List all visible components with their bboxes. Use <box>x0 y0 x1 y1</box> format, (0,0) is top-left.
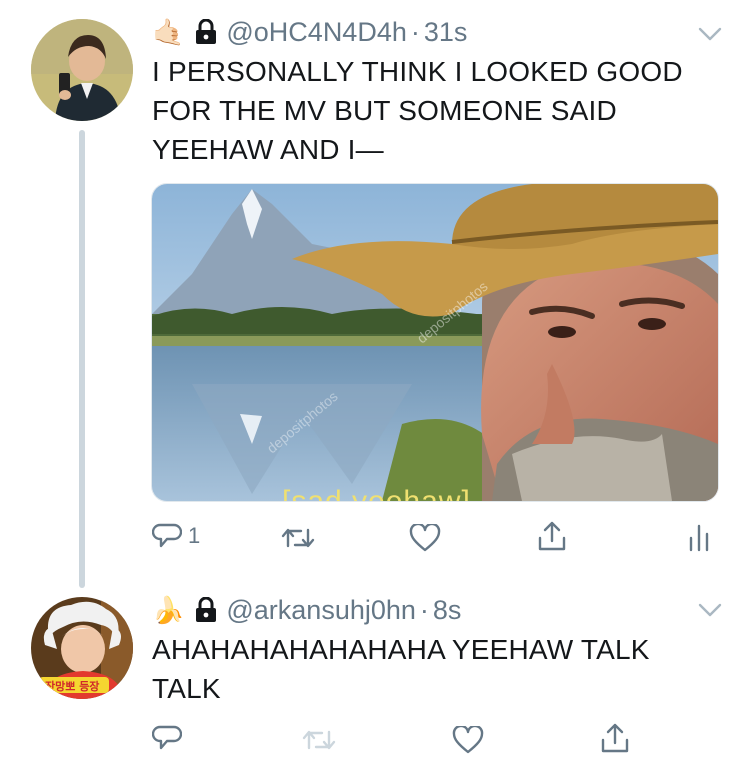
tweet-media-image[interactable]: depositphotos depositphotos [sad yeehaw] <box>151 183 719 502</box>
share-button[interactable] <box>600 722 630 754</box>
retweet-icon <box>302 730 336 750</box>
reply-icon <box>152 523 182 548</box>
share-icon <box>601 723 629 753</box>
reply-button[interactable] <box>152 724 182 752</box>
timestamp[interactable]: 8s <box>433 595 462 626</box>
retweet-icon <box>281 528 315 548</box>
retweet-button[interactable] <box>281 526 315 550</box>
banana-emoji: 🍌 <box>152 595 185 625</box>
reply-count: 1 <box>188 523 201 548</box>
chevron-down-icon[interactable] <box>698 26 722 42</box>
timestamp[interactable]: 31s <box>424 17 468 48</box>
avatar[interactable]: 잔망뽀 등장 <box>31 597 133 699</box>
avatar[interactable] <box>31 19 133 121</box>
username-handle[interactable]: @oHC4N4D4h <box>226 17 406 48</box>
lock-icon <box>194 596 218 623</box>
separator-dot: · <box>419 594 429 625</box>
like-button[interactable] <box>452 726 484 754</box>
chevron-down-icon[interactable] <box>698 602 722 618</box>
tweet[interactable]: 잔망뽀 등장 🍌 @arkansuhj0hn · 8s AHAHAHAHAHAH… <box>0 590 750 768</box>
analytics-icon <box>689 524 709 552</box>
tweet-text: I PERSONALLY THINK I LOOKED GOOD FOR THE… <box>152 56 683 165</box>
username-handle[interactable]: @arkansuhj0hn <box>226 595 416 626</box>
share-button[interactable] <box>537 520 567 552</box>
tweet[interactable]: 🤙🏻 @oHC4N4D4h · 31s I PERSONALLY THINK I… <box>0 0 750 590</box>
separator-dot: · <box>410 16 420 47</box>
like-icon <box>452 726 484 754</box>
like-button[interactable] <box>409 524 441 552</box>
share-icon <box>538 521 566 551</box>
reply-icon <box>152 725 182 750</box>
image-caption: [sad yeehaw] <box>282 485 471 502</box>
tweet-header: 🍌 @arkansuhj0hn · 8s <box>152 592 461 628</box>
reply-button[interactable]: 1 <box>152 522 200 550</box>
tweet-actions <box>0 720 750 760</box>
analytics-button[interactable] <box>688 522 710 552</box>
tweet-actions: 1 <box>0 518 750 558</box>
hand-emoji: 🤙🏻 <box>152 17 185 47</box>
tweet-text: AHAHAHAHAHAHAHA YEEHAW TALK TALK <box>152 634 650 704</box>
svg-text:잔망뽀 등장: 잔망뽀 등장 <box>45 679 99 693</box>
like-icon <box>409 524 441 552</box>
retweet-button[interactable] <box>302 728 336 752</box>
tweet-header: 🤙🏻 @oHC4N4D4h · 31s <box>152 14 467 50</box>
lock-icon <box>194 18 218 45</box>
